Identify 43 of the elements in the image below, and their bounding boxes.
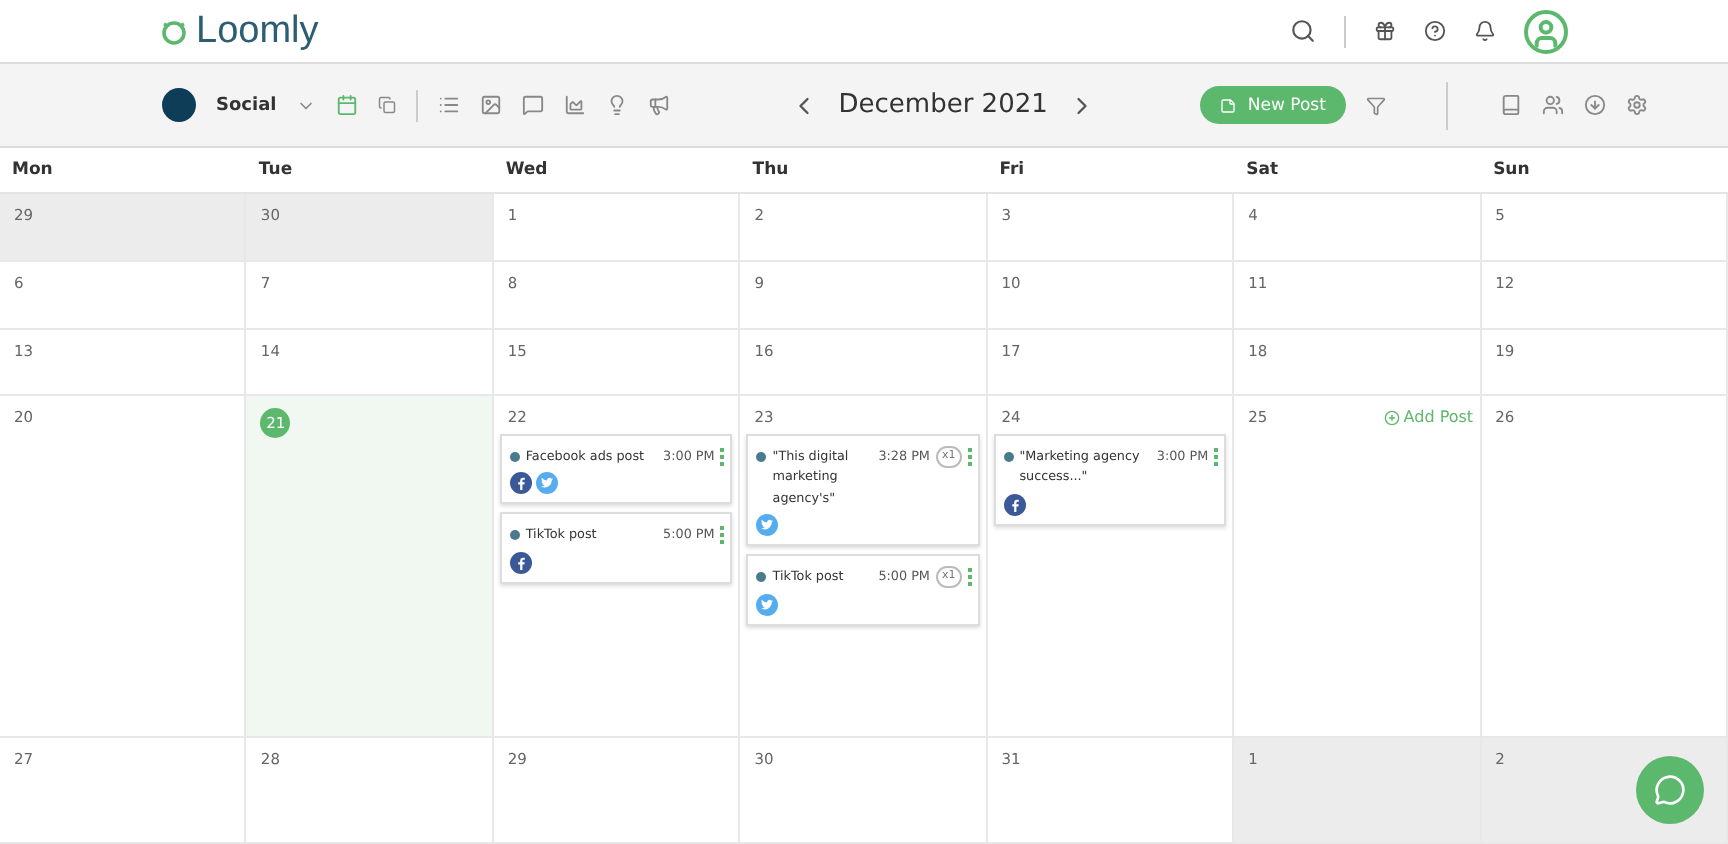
avatar[interactable] — [1524, 9, 1568, 53]
download-icon[interactable] — [1583, 94, 1606, 116]
calendar-avatar — [162, 88, 196, 122]
weekday-label: Wed — [503, 158, 550, 184]
weekday-label: Fri — [997, 158, 1027, 184]
month-title: December 2021 — [838, 90, 1048, 120]
users-icon[interactable] — [1541, 94, 1564, 116]
note-icon — [1219, 97, 1236, 113]
lightbulb-icon[interactable] — [606, 94, 629, 116]
plus-icon — [1383, 409, 1400, 425]
facebook-icon — [509, 551, 532, 573]
chat-icon — [1654, 774, 1686, 806]
chart-icon[interactable] — [564, 94, 587, 116]
calendar-icon[interactable] — [336, 94, 359, 116]
copy-icon[interactable] — [378, 96, 397, 114]
facebook-icon — [1003, 493, 1026, 515]
list-icon[interactable] — [438, 94, 461, 116]
logo: Loomly — [160, 9, 319, 53]
weekday-label: Mon — [10, 158, 55, 184]
gift-icon[interactable] — [1374, 20, 1396, 42]
book-icon[interactable] — [1499, 94, 1522, 116]
weekday-label: Sat — [1244, 158, 1281, 184]
calendar-name[interactable]: Social — [216, 95, 277, 115]
settings-icon[interactable] — [1625, 94, 1648, 116]
bell-icon[interactable] — [1474, 20, 1496, 42]
filter-icon[interactable] — [1365, 95, 1386, 115]
weekday-label: Tue — [256, 158, 295, 184]
weekday-label: Thu — [750, 158, 791, 184]
megaphone-icon[interactable] — [648, 94, 671, 116]
more-icon[interactable] — [1214, 448, 1219, 466]
help-icon[interactable] — [1424, 20, 1446, 42]
comments-icon[interactable] — [522, 94, 545, 116]
more-icon[interactable] — [720, 448, 725, 466]
twitter-icon — [535, 472, 558, 495]
more-icon[interactable] — [967, 567, 972, 586]
facebook-icon — [509, 472, 532, 495]
weekday-label: Sun — [1491, 158, 1532, 184]
twitter-icon — [756, 593, 779, 616]
more-icon[interactable] — [967, 448, 972, 466]
search-icon[interactable] — [1290, 18, 1316, 44]
twitter-icon — [756, 513, 779, 536]
more-icon[interactable] — [720, 526, 725, 545]
image-icon[interactable] — [480, 94, 503, 116]
